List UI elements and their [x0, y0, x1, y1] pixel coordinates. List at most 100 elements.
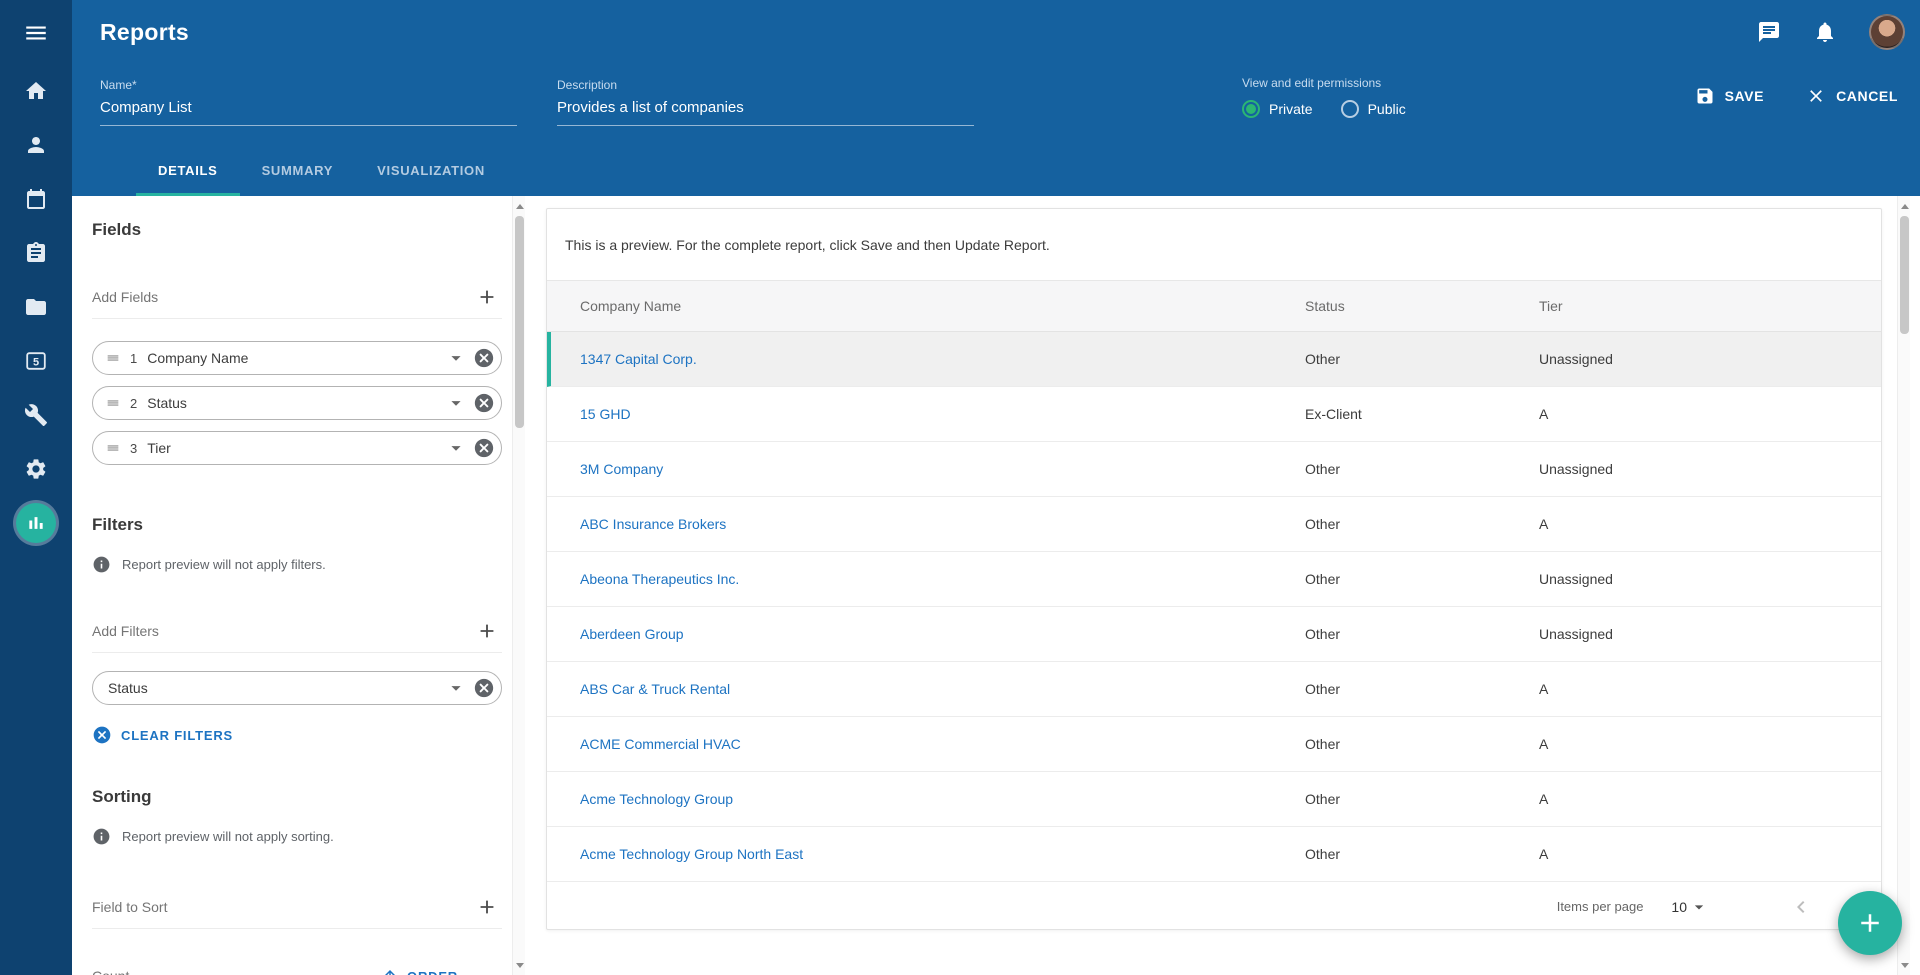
tab-visualization[interactable]: VISUALIZATION [355, 163, 507, 196]
table-row: 1347 Capital Corp. Other Unassigned [547, 332, 1881, 387]
avatar[interactable] [1869, 14, 1905, 50]
folder-icon [24, 295, 48, 319]
drag-handle-icon[interactable] [105, 395, 121, 411]
nav-item-calendar[interactable] [16, 179, 56, 219]
status-cell: Ex-Client [1305, 406, 1539, 422]
arrow-up-icon [381, 967, 399, 975]
company-link[interactable]: Acme Technology Group [580, 791, 733, 807]
sorting-heading: Sorting [92, 787, 502, 807]
status-cell: Other [1305, 791, 1539, 807]
nav-item-reports[interactable] [16, 503, 56, 543]
nav-item-settings[interactable] [16, 449, 56, 489]
main-scrollbar[interactable] [1897, 196, 1910, 975]
name-label: Name* [100, 78, 517, 92]
clear-filters-button[interactable]: CLEAR FILTERS [92, 725, 502, 745]
field-pill[interactable]: 1 Company Name [92, 341, 502, 375]
company-link[interactable]: ABC Insurance Brokers [580, 516, 726, 532]
column-header-company[interactable]: Company Name [580, 298, 1305, 314]
remove-field-icon[interactable] [473, 392, 495, 414]
company-link[interactable]: 3M Company [580, 461, 663, 477]
radio-private[interactable]: Private [1242, 100, 1313, 118]
scroll-up-arrow[interactable] [1898, 198, 1911, 214]
scroll-down-arrow[interactable] [1898, 957, 1911, 973]
chevron-down-icon[interactable] [445, 437, 467, 459]
field-label: Status [147, 395, 187, 411]
field-pill[interactable]: 2 Status [92, 386, 502, 420]
items-per-page-label: Items per page [1557, 899, 1644, 914]
chevron-down-icon[interactable] [445, 392, 467, 414]
chevron-down-icon[interactable] [445, 677, 467, 699]
company-link[interactable]: Aberdeen Group [580, 626, 684, 642]
tier-cell: A [1539, 846, 1881, 862]
company-link[interactable]: ACME Commercial HVAC [580, 736, 741, 752]
description-input[interactable]: Provides a list of companies [557, 99, 974, 126]
tab-summary[interactable]: SUMMARY [240, 163, 356, 196]
nav-item-five[interactable]: 5 [16, 341, 56, 381]
add-report-fab[interactable] [1838, 891, 1902, 955]
table-header: Company Name Status Tier [547, 280, 1881, 332]
tier-cell: Unassigned [1539, 351, 1881, 367]
save-button[interactable]: SAVE [1695, 86, 1765, 106]
menu-button[interactable] [16, 13, 56, 53]
drag-handle-icon[interactable] [105, 350, 121, 366]
nav-item-person[interactable] [16, 125, 56, 165]
tier-cell: Unassigned [1539, 461, 1881, 477]
company-link[interactable]: Acme Technology Group North East [580, 846, 803, 862]
sorting-note: Report preview will not apply sorting. [122, 829, 334, 844]
items-per-page-select[interactable]: 10 [1671, 897, 1709, 917]
main-scrollbar-thumb[interactable] [1900, 216, 1909, 334]
chat-icon[interactable] [1757, 20, 1781, 44]
add-icon [476, 286, 498, 308]
nav-item-tools[interactable] [16, 395, 56, 435]
panel-scrollbar[interactable] [512, 196, 525, 975]
remove-filter-icon[interactable] [473, 677, 495, 699]
tab-details[interactable]: DETAILS [136, 163, 240, 196]
tabs: DETAILSSUMMARYVISUALIZATION [72, 136, 1920, 196]
radio-public[interactable]: Public [1341, 100, 1406, 118]
tier-cell: A [1539, 406, 1881, 422]
prev-page-button[interactable] [1789, 895, 1813, 919]
filter-pill[interactable]: Status [92, 671, 502, 705]
nav-rail-items: 5 [16, 71, 56, 557]
chevron-down-icon[interactable] [445, 347, 467, 369]
nav-item-home[interactable] [16, 71, 56, 111]
drag-handle-icon[interactable] [105, 440, 121, 456]
scroll-down-arrow[interactable] [513, 957, 526, 973]
order-button-label: ORDER [407, 969, 458, 975]
add-filters-label: Add Filters [92, 623, 159, 639]
tools-icon [24, 403, 48, 427]
tier-cell: Unassigned [1539, 571, 1881, 587]
add-filters-row[interactable]: Add Filters [92, 614, 502, 653]
remove-field-icon[interactable] [473, 347, 495, 369]
filter-pills: Status [92, 671, 502, 705]
status-cell: Other [1305, 461, 1539, 477]
save-button-label: SAVE [1725, 88, 1765, 104]
field-pill[interactable]: 3 Tier [92, 431, 502, 465]
permissions-options: Private Public [1242, 100, 1434, 118]
preview-card: This is a preview. For the complete repo… [546, 208, 1882, 930]
order-button[interactable]: ORDER [381, 967, 458, 975]
nav-item-folder[interactable] [16, 287, 56, 327]
add-fields-label: Add Fields [92, 289, 158, 305]
status-cell: Other [1305, 681, 1539, 697]
name-input[interactable]: Company List [100, 99, 517, 126]
field-index: 2 [130, 396, 137, 411]
column-header-status[interactable]: Status [1305, 298, 1539, 314]
company-link[interactable]: ABS Car & Truck Rental [580, 681, 730, 697]
scroll-up-arrow[interactable] [513, 198, 526, 214]
remove-field-icon[interactable] [473, 437, 495, 459]
panel-scrollbar-thumb[interactable] [515, 216, 524, 428]
add-fields-row[interactable]: Add Fields [92, 280, 502, 319]
company-link[interactable]: 15 GHD [580, 406, 631, 422]
company-link[interactable]: 1347 Capital Corp. [580, 351, 697, 367]
status-cell: Other [1305, 626, 1539, 642]
cancel-button[interactable]: CANCEL [1806, 86, 1898, 106]
column-header-tier[interactable]: Tier [1539, 298, 1881, 314]
permissions-label: View and edit permissions [1242, 76, 1434, 90]
notifications-icon[interactable] [1813, 20, 1837, 44]
field-to-sort-row[interactable]: Field to Sort [92, 890, 502, 929]
nav-item-tasks[interactable] [16, 233, 56, 273]
settings-icon [24, 457, 48, 481]
table-row: 3M Company Other Unassigned [547, 442, 1881, 497]
company-link[interactable]: Abeona Therapeutics Inc. [580, 571, 739, 587]
